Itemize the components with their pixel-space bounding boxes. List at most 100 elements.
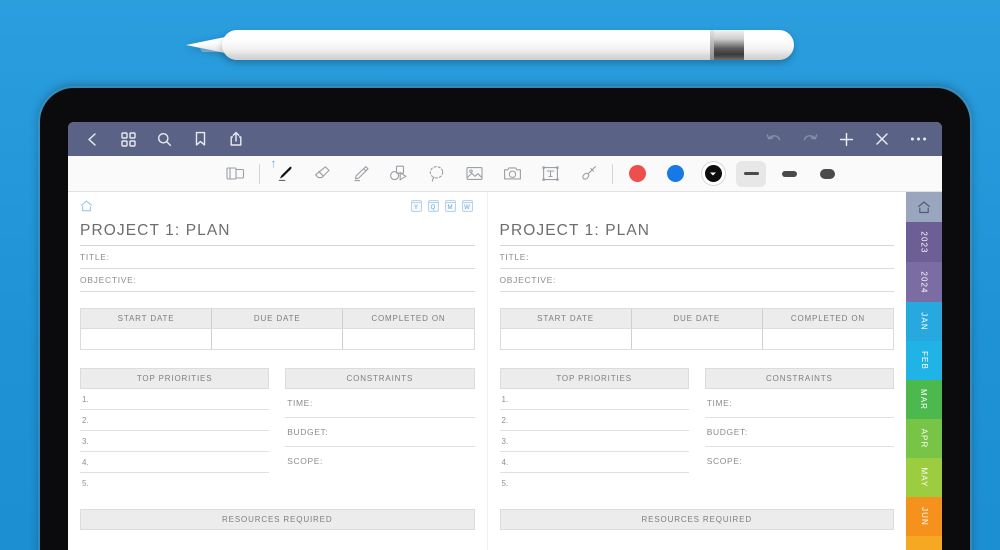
constraints-block: CONSTRAINTS TIME: BUDGET: SCOPE: (285, 368, 474, 493)
lasso-icon[interactable] (417, 159, 455, 189)
rail-apr[interactable]: APR (906, 419, 942, 458)
date-table-header: START DATE DUE DATE COMPLETED ON (501, 309, 894, 328)
text-box-icon[interactable] (531, 159, 569, 189)
cell-completed-on[interactable] (762, 329, 893, 349)
resources-required-header: RESOURCES REQUIRED (500, 509, 895, 530)
redo-icon[interactable] (800, 129, 820, 149)
bookmark-icon[interactable] (190, 129, 210, 149)
tab-year[interactable]: Y (411, 200, 422, 212)
date-table-row (81, 328, 474, 350)
pen-icon[interactable]: ᛏ (265, 159, 303, 189)
list-item[interactable]: 2. (80, 410, 269, 431)
priorities-constraints-row: TOP PRIORITIES 1. 2. 3. 4. 5. CONSTRAINT… (80, 368, 475, 493)
color-blue-swatch[interactable] (656, 159, 694, 189)
search-icon[interactable] (154, 129, 174, 149)
constraint-budget[interactable]: BUDGET: (705, 418, 894, 447)
shapes-icon[interactable] (379, 159, 417, 189)
col-due-date: DUE DATE (631, 309, 762, 328)
tab-quarter[interactable]: Q (428, 200, 439, 212)
list-item[interactable]: 5. (80, 473, 269, 493)
constraints-header: CONSTRAINTS (705, 368, 894, 389)
home-icon[interactable] (80, 199, 93, 217)
bluetooth-icon: ᛏ (271, 161, 276, 169)
color-red-swatch[interactable] (618, 159, 656, 189)
page-title: PROJECT 1: PLAN (500, 216, 895, 246)
close-icon[interactable] (872, 129, 892, 149)
constraint-time[interactable]: TIME: (285, 389, 474, 418)
col-completed-on: COMPLETED ON (342, 309, 473, 328)
constraints-block: CONSTRAINTS TIME: BUDGET: SCOPE: (705, 368, 894, 493)
stroke-thin-button[interactable] (732, 159, 770, 189)
eraser-icon[interactable] (303, 159, 341, 189)
constraint-scope[interactable]: SCOPE: (285, 447, 474, 475)
list-item[interactable]: 4. (500, 452, 689, 473)
undo-icon[interactable] (764, 129, 784, 149)
nav-left-group (82, 129, 246, 149)
field-title-label[interactable]: TITLE: (500, 246, 895, 269)
rail-label: 2024 (919, 271, 928, 293)
rail-label: MAR (919, 389, 928, 410)
top-priorities-header: TOP PRIORITIES (500, 368, 689, 389)
top-priorities-header: TOP PRIORITIES (80, 368, 269, 389)
list-item[interactable]: 2. (500, 410, 689, 431)
page-left[interactable]: Y Q M W PROJECT 1: PLAN TITLE: OBJECTIVE… (68, 192, 487, 550)
cell-completed-on[interactable] (342, 329, 473, 349)
cell-due-date[interactable] (631, 329, 762, 349)
rail-mar[interactable]: MAR (906, 380, 942, 419)
rail-label: 2023 (919, 231, 928, 253)
highlighter-icon[interactable] (341, 159, 379, 189)
rail-may[interactable]: MAY (906, 458, 942, 497)
field-objective-label[interactable]: OBJECTIVE: (80, 269, 475, 292)
tab-week[interactable]: W (462, 200, 473, 212)
list-item[interactable]: 1. (80, 389, 269, 410)
rail-label: APR (920, 429, 929, 449)
list-item[interactable]: 5. (500, 473, 689, 493)
page-flip-icon[interactable] (216, 159, 254, 189)
page-left-header-row: Y Q M W (80, 200, 475, 216)
constraint-budget[interactable]: BUDGET: (285, 418, 474, 447)
rail-home[interactable] (906, 192, 942, 222)
rail-label: MAY (919, 467, 928, 487)
list-item[interactable]: 4. (80, 452, 269, 473)
laser-pointer-icon[interactable] (569, 159, 607, 189)
rail-jul[interactable]: JUL (906, 536, 942, 550)
date-table: START DATE DUE DATE COMPLETED ON (500, 308, 895, 350)
constraints-header: CONSTRAINTS (285, 368, 474, 389)
constraint-time[interactable]: TIME: (705, 389, 894, 418)
stroke-medium-button[interactable] (770, 159, 808, 189)
stroke-thick-button[interactable] (808, 159, 846, 189)
field-objective-label[interactable]: OBJECTIVE: (500, 269, 895, 292)
cell-start-date[interactable] (81, 329, 211, 349)
annotation-toolbar: ᛏ (68, 156, 942, 192)
rail-label: JAN (919, 312, 928, 330)
priorities-constraints-row: TOP PRIORITIES 1. 2. 3. 4. 5. CONSTRAINT… (500, 368, 895, 493)
rail-2024[interactable]: 2024 (906, 262, 942, 302)
toolbar-divider-1 (259, 164, 260, 184)
camera-icon[interactable] (493, 159, 531, 189)
color-black-swatch[interactable] (694, 159, 732, 189)
tab-month[interactable]: M (445, 200, 456, 212)
back-button[interactable] (82, 129, 102, 149)
image-icon[interactable] (455, 159, 493, 189)
cell-due-date[interactable] (211, 329, 342, 349)
rail-jan[interactable]: JAN (906, 302, 942, 341)
top-priorities-block: TOP PRIORITIES 1. 2. 3. 4. 5. (500, 368, 689, 493)
field-title-label[interactable]: TITLE: (80, 246, 475, 269)
rail-feb[interactable]: FEB (906, 341, 942, 380)
tablet-device: ᛏ (40, 88, 970, 550)
library-grid-icon[interactable] (118, 129, 138, 149)
date-table-row (501, 328, 894, 350)
constraint-scope[interactable]: SCOPE: (705, 447, 894, 475)
rail-2023[interactable]: 2023 (906, 222, 942, 262)
col-start-date: START DATE (501, 309, 631, 328)
list-item[interactable]: 3. (80, 431, 269, 452)
cell-start-date[interactable] (501, 329, 631, 349)
add-page-icon[interactable] (836, 129, 856, 149)
rail-jun[interactable]: JUN (906, 497, 942, 536)
list-item[interactable]: 1. (500, 389, 689, 410)
share-icon[interactable] (226, 129, 246, 149)
list-item[interactable]: 3. (500, 431, 689, 452)
more-options-icon[interactable] (908, 129, 928, 149)
document-canvas: Y Q M W PROJECT 1: PLAN TITLE: OBJECTIVE… (68, 192, 942, 550)
page-right[interactable]: PROJECT 1: PLAN TITLE: OBJECTIVE: START … (487, 192, 907, 550)
